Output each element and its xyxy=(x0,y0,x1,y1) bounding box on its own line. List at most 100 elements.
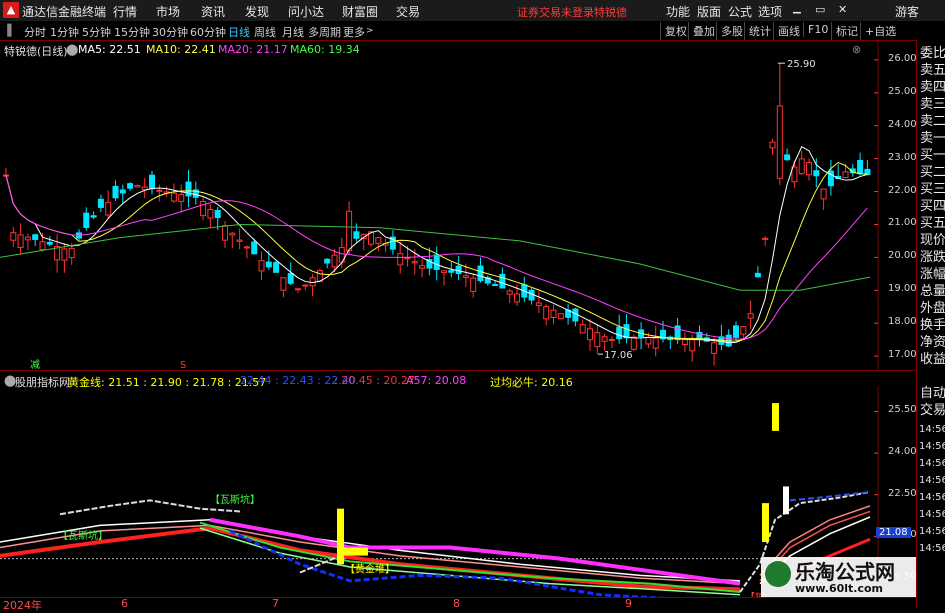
candle-body xyxy=(39,241,46,251)
yellow-column xyxy=(337,508,344,565)
candle-body xyxy=(455,265,462,275)
menu-item-shichang[interactable]: 市场 xyxy=(156,3,180,20)
candle-body xyxy=(236,239,243,242)
candle-body xyxy=(273,262,280,273)
guest-button[interactable]: 游客 xyxy=(895,3,919,20)
quote-side-panel: 委比 卖五 卖四 卖三 卖二 卖一 买一 买二 买三 买四 买五 现价 涨跌 涨幅 总量 外盘 换手 净资 收益 自动… xyxy=(916,40,945,608)
tab-multi-period[interactable]: 多周期 xyxy=(308,24,341,40)
candle-body xyxy=(514,293,520,303)
x-label-8: 8 xyxy=(453,597,460,610)
candle-body xyxy=(134,184,141,188)
candle-body xyxy=(127,183,134,189)
candle-body xyxy=(68,247,75,259)
tab-5min[interactable]: 5分钟 xyxy=(82,24,111,40)
candle-body xyxy=(630,336,637,350)
auto-trade-label[interactable]: 交易 xyxy=(920,403,945,418)
candle-body xyxy=(535,302,542,306)
candle-body xyxy=(149,174,155,190)
tab-weekly[interactable]: 周线 xyxy=(254,24,276,40)
more-chevron-icon[interactable]: > xyxy=(366,26,374,36)
menu-item-hangqing[interactable]: 行情 xyxy=(113,3,137,20)
menu-item-wenxiaoda[interactable]: 问小达 xyxy=(288,3,324,20)
candle-body xyxy=(594,332,601,348)
restore-rights-button[interactable]: 复权 xyxy=(660,22,691,40)
menu-item-jiaoyi[interactable]: 交易 xyxy=(396,3,420,20)
candle-body xyxy=(733,325,739,338)
menu-item-gongshi[interactable]: 公式 xyxy=(728,3,752,20)
multi-stock-button[interactable]: 多股 xyxy=(716,22,747,40)
price-tick-label: 24.00 xyxy=(888,118,917,130)
auto-trade-label[interactable]: 自动 xyxy=(920,386,945,401)
overlay-button[interactable]: 叠加 xyxy=(688,22,719,40)
price-axis: 26.00 25.00 24.00 23.00 22.00 21.00 20.00 19.00… xyxy=(880,40,917,370)
tab-fenshi[interactable]: 分时 xyxy=(24,24,46,40)
candle-body xyxy=(229,232,236,236)
quote-field-label: 卖四 xyxy=(920,80,945,95)
tab-daily[interactable]: 日线 xyxy=(228,24,250,40)
close-icon[interactable]: ✕ xyxy=(838,3,847,16)
tab-60min[interactable]: 60分钟 xyxy=(190,24,226,40)
price-tick-label: 21.00 xyxy=(888,217,917,229)
quote-field-label: 买二 xyxy=(920,165,945,180)
quote-field-label: 净资 xyxy=(920,335,945,350)
watermark-title: 乐淘公式网 xyxy=(795,560,895,584)
tab-more[interactable]: 更多 xyxy=(343,24,365,40)
price-tick-label: 22.00 xyxy=(888,184,917,196)
menu-item-faxian[interactable]: 发现 xyxy=(245,3,269,20)
add-favorite-button[interactable]: +自选 xyxy=(860,22,900,40)
tick-time: 14:56 xyxy=(919,475,945,486)
kline-chart[interactable]: 25.90 17.06 减 S xyxy=(0,40,916,370)
price-tick-label: 26.00 xyxy=(888,52,917,64)
candle-body xyxy=(302,284,309,287)
ma5-line xyxy=(5,146,868,344)
candle-body xyxy=(419,265,426,269)
menu-item-zixun[interactable]: 资讯 xyxy=(201,3,225,20)
low-price-label: 17.06 xyxy=(604,350,633,361)
toolbar-collapse-icon[interactable]: ▐ xyxy=(3,24,11,37)
minimize-icon[interactable]: ▁ xyxy=(793,3,801,14)
candle-body xyxy=(97,198,104,208)
panel-divider xyxy=(0,370,916,371)
menu-item-gongneng[interactable]: 功能 xyxy=(666,3,690,20)
magenta-band xyxy=(209,517,741,586)
candle-body xyxy=(623,324,630,339)
candle-body xyxy=(601,336,608,342)
candle-body xyxy=(280,277,287,291)
candle-body xyxy=(550,309,557,319)
tab-monthly[interactable]: 月线 xyxy=(282,24,304,40)
x-label-9: 9 xyxy=(625,597,632,610)
tick-time: 14:56 xyxy=(919,441,945,452)
quote-field-label: 买一 xyxy=(920,148,945,163)
quote-field-label: 卖二 xyxy=(920,114,945,129)
candle-body xyxy=(331,254,338,268)
menu-item-banmian[interactable]: 版面 xyxy=(697,3,721,20)
menu-item-caifuquan[interactable]: 财富圈 xyxy=(342,3,378,20)
f10-button[interactable]: F10 xyxy=(803,22,832,37)
signal-marker-jian: 减 xyxy=(30,359,40,370)
candle-body xyxy=(112,185,119,199)
tab-1min[interactable]: 1分钟 xyxy=(50,24,79,40)
candle-body xyxy=(207,209,214,219)
candle-body xyxy=(17,234,24,248)
candle-body xyxy=(61,248,68,261)
tab-30min[interactable]: 30分钟 xyxy=(152,24,188,40)
candle-body xyxy=(543,306,550,320)
quote-field-label: 涨幅 xyxy=(920,267,945,282)
tick-time: 14:56 xyxy=(919,526,945,537)
restore-icon[interactable]: ▭ xyxy=(815,3,825,16)
tab-15min[interactable]: 15分钟 xyxy=(114,24,150,40)
menu-item-xuanxiang[interactable]: 选项 xyxy=(758,3,782,20)
candle-body xyxy=(141,186,148,191)
x-label-7: 7 xyxy=(272,597,279,610)
candle-body xyxy=(287,272,294,284)
stats-button[interactable]: 统计 xyxy=(744,22,775,40)
candle-body xyxy=(754,272,761,278)
indicator-current-value: 21.08 xyxy=(876,527,911,539)
draw-line-button[interactable]: 画线 xyxy=(773,22,804,40)
candle-body xyxy=(346,210,353,252)
login-warning[interactable]: 证券交易未登录 xyxy=(517,4,594,20)
mark-button[interactable]: 标记 xyxy=(831,22,862,40)
tick-time: 14:56 xyxy=(919,543,945,554)
menu-bar: ▲ 通达信金融终端 行情 市场 资讯 发现 问小达 财富圈 交易 证券交易未登录… xyxy=(0,0,945,22)
candle-body xyxy=(448,270,455,273)
